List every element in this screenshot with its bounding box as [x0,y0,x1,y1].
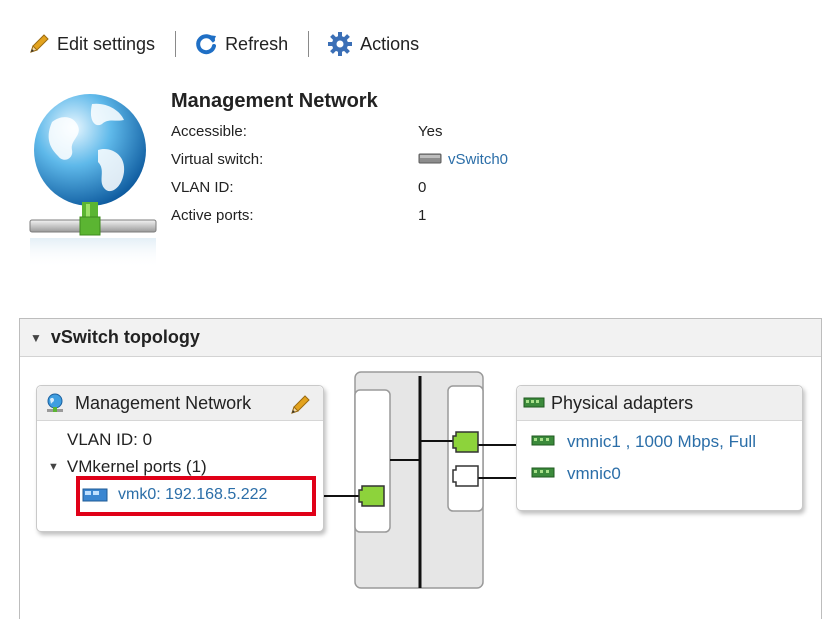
physical-nic-icon [531,432,555,452]
adapter-row-vmnic1[interactable]: vmnic1 , 1000 Mbps, Full [531,432,756,452]
highlight-box [76,476,316,516]
physical-nic-icon [523,397,545,409]
uplink-port-active-icon [452,431,479,453]
portgroup-name: Management Network [75,392,252,413]
physical-nic-icon [531,464,555,484]
portgroup-card-header: Management Network [37,386,323,421]
vmk-port-icon [358,485,385,507]
adapter-row-vmnic0[interactable]: vmnic0 [531,464,621,484]
vmkernel-ports-label: VMkernel ports (1) [66,457,207,476]
uplink-port-standby-icon [452,465,479,487]
expand-caret-icon[interactable]: ▼ [48,461,59,473]
portgroup-bay [354,389,391,533]
adapter-name[interactable]: vmnic0 [567,464,621,484]
portgroup-vlan: VLAN ID: 0 [67,430,153,449]
physical-adapters-title: Physical adapters [551,392,694,413]
network-icon [45,393,65,413]
edit-portgroup-pencil-icon[interactable] [289,394,311,421]
vmkernel-ports-toggle[interactable]: ▼ VMkernel ports (1) [48,457,207,477]
adapter-name[interactable]: vmnic1 , 1000 Mbps, Full [567,432,756,452]
physical-adapters-header: Physical adapters [517,386,802,421]
